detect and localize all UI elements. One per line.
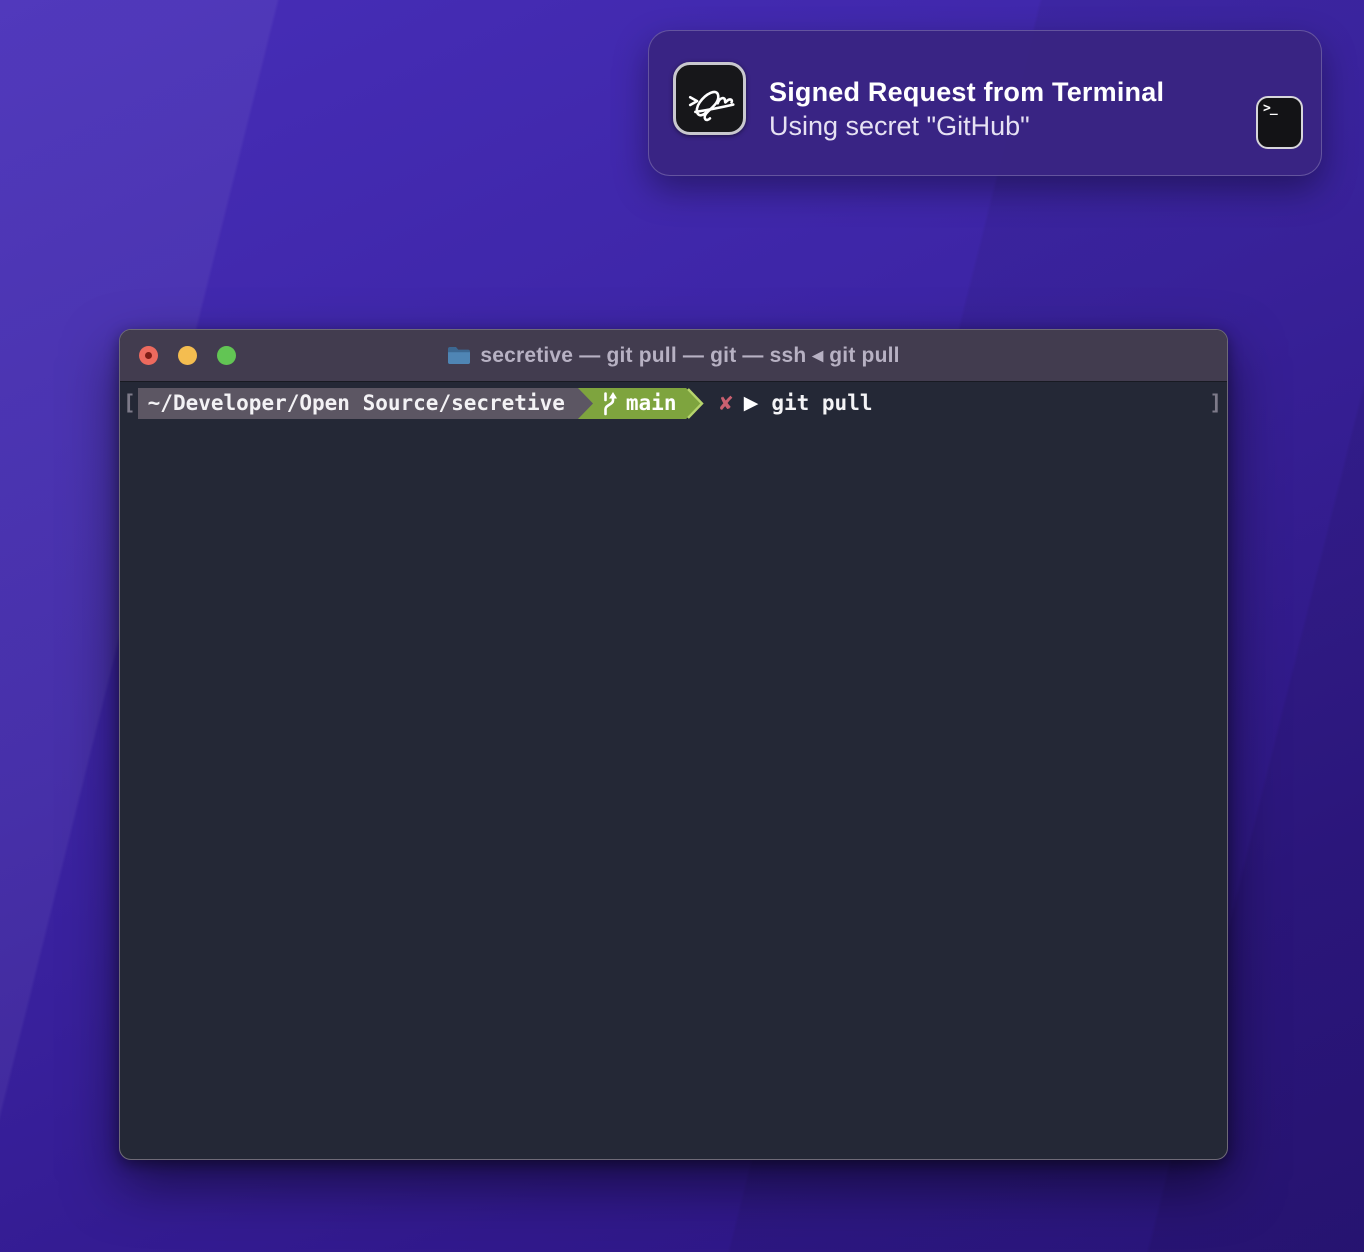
prompt-open-bracket: [ (123, 388, 136, 419)
error-status-mark: ✘ (719, 388, 732, 419)
terminal-titlebar[interactable]: secretive — git pull — git — ssh ◂ git p… (120, 330, 1227, 382)
powerline-end-icon (686, 388, 706, 419)
powerline-separator-icon (578, 388, 595, 419)
terminal-content[interactable]: [ ~/Developer/Open Source/secretive main (120, 382, 1227, 1160)
prompt-status-group: ✘ ▶ git pull (706, 388, 872, 419)
terminal-glyph: >_ (1263, 101, 1277, 116)
prompt-path-segment: ~/Developer/Open Source/secretive (138, 388, 578, 419)
close-button[interactable] (139, 346, 158, 365)
folder-icon (447, 346, 471, 365)
prompt-close-bracket: ] (1209, 388, 1222, 419)
desktop-wallpaper: { "wallpaper": { "base_top_left": "#472e… (0, 0, 1364, 1252)
signature-icon (679, 68, 741, 130)
branch-name: main (626, 388, 677, 419)
prompt-arrow-icon: ▶ (744, 388, 759, 419)
command-text: git pull (771, 388, 872, 419)
prompt-line: [ ~/Developer/Open Source/secretive main (123, 388, 1224, 419)
git-branch-icon (601, 391, 618, 416)
notification-subtitle: Using secret "GitHub" (769, 109, 1164, 143)
terminal-window: secretive — git pull — git — ssh ◂ git p… (119, 329, 1228, 1160)
traffic-lights (139, 330, 236, 381)
terminal-app-icon: >_ (1256, 96, 1303, 149)
zoom-button[interactable] (217, 346, 236, 365)
window-title-group: secretive — git pull — git — ssh ◂ git p… (447, 343, 899, 368)
notification-text: Signed Request from Terminal Using secre… (769, 76, 1164, 143)
notification-banner[interactable]: Signed Request from Terminal Using secre… (648, 30, 1322, 176)
window-title: secretive — git pull — git — ssh ◂ git p… (480, 343, 899, 368)
secretive-app-icon (673, 62, 746, 135)
notification-title: Signed Request from Terminal (769, 76, 1164, 109)
minimize-button[interactable] (178, 346, 197, 365)
prompt-branch-segment: main (595, 388, 687, 419)
